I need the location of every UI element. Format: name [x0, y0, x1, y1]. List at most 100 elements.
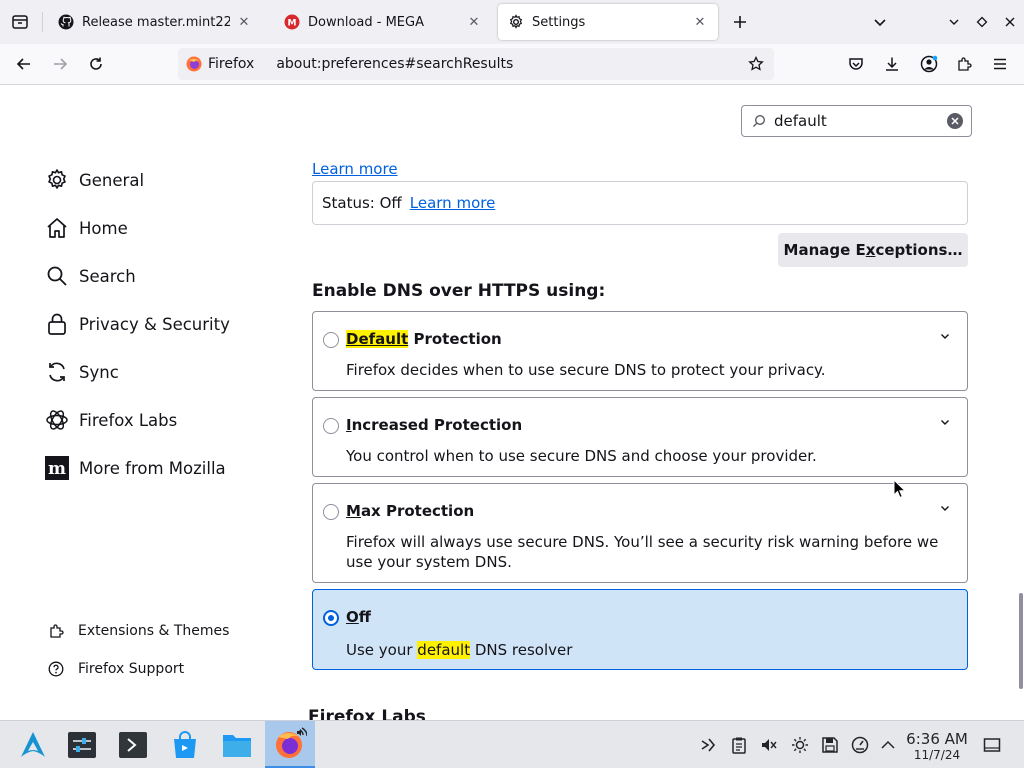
- identity-box[interactable]: Firefox: [178, 52, 262, 76]
- app-launcher-button[interactable]: [8, 721, 58, 768]
- account-button[interactable]: [915, 50, 943, 78]
- window-close-button[interactable]: [996, 8, 1024, 36]
- speedometer-icon[interactable]: [850, 735, 870, 755]
- reload-button[interactable]: [82, 50, 110, 78]
- radio-button-selected[interactable]: [323, 610, 339, 626]
- app-menu-button[interactable]: [986, 50, 1014, 78]
- terminal-icon: [119, 732, 147, 758]
- url-text[interactable]: about:preferences#searchResults: [276, 56, 513, 72]
- option-title: Default Protection: [346, 330, 502, 348]
- taskbar-firefox[interactable]: [265, 721, 315, 768]
- system-clock[interactable]: 6:36 AM 11/7/24: [900, 731, 974, 763]
- sidebar-item-home[interactable]: Home: [44, 211, 128, 245]
- close-icon[interactable]: ✕: [692, 14, 708, 30]
- search-highlight: Default: [346, 330, 409, 348]
- minimize-button[interactable]: [940, 8, 968, 36]
- back-button[interactable]: [10, 50, 38, 78]
- github-icon: [58, 14, 74, 30]
- close-icon[interactable]: ✕: [236, 14, 252, 30]
- clipboard-icon[interactable]: [729, 735, 749, 755]
- chevron-down-icon[interactable]: [937, 328, 953, 344]
- learn-more-link[interactable]: Learn more: [312, 159, 398, 176]
- sidebar-item-more-from-mozilla[interactable]: m More from Mozilla: [44, 451, 226, 485]
- status-learn-more-link[interactable]: Learn more: [410, 194, 496, 212]
- option-title-mnemonic: O: [346, 608, 359, 626]
- sidebar-item-general[interactable]: General: [44, 163, 144, 197]
- arch-logo-icon: [21, 732, 45, 757]
- option-title-rest: ff: [358, 608, 371, 626]
- sidebar-item-label: Search: [79, 266, 136, 286]
- option-title: Max Protection: [346, 502, 474, 520]
- button-label-part: Manage E: [783, 241, 866, 259]
- firefox-view-button[interactable]: [6, 8, 34, 36]
- preferences-page: default General Home Search Privacy & Se…: [0, 85, 1024, 720]
- chevron-down-icon[interactable]: [937, 414, 953, 430]
- puzzle-icon: [46, 621, 66, 641]
- extensions-button[interactable]: [950, 50, 978, 78]
- option-title-mnemonic: M: [346, 502, 361, 520]
- manage-exceptions-button[interactable]: Manage Ex ceptions…: [778, 233, 968, 267]
- sidebar-link-support[interactable]: Firefox Support: [46, 657, 184, 681]
- tab-label: Download - MEGA: [308, 14, 424, 30]
- firefox-icon: [186, 56, 202, 72]
- svg-text:M: M: [288, 19, 297, 29]
- url-bar[interactable]: Firefox about:preferences#searchResults: [178, 48, 774, 80]
- account-icon: [920, 55, 938, 73]
- show-desktop-icon[interactable]: [982, 735, 1002, 755]
- list-all-tabs-button[interactable]: [866, 8, 894, 36]
- sidebar-item-privacy[interactable]: Privacy & Security: [44, 307, 230, 341]
- sidebar-item-search[interactable]: Search: [44, 259, 136, 293]
- labs-icon: [44, 407, 70, 433]
- status-box: Status: Off Learn more: [312, 181, 968, 225]
- option-title-rest: Protection: [408, 330, 502, 348]
- taskbar-software-store[interactable]: [160, 721, 210, 768]
- chevron-down-icon[interactable]: [937, 500, 953, 516]
- firefox-labs-heading: Firefox Labs: [308, 707, 426, 720]
- tab-release[interactable]: Release master.mint22 · lin ✕: [48, 4, 262, 40]
- doh-option-max[interactable]: Max Protection Firefox will always use s…: [312, 483, 968, 583]
- tab-strip: Release master.mint22 · lin ✕ M Download…: [0, 0, 1024, 44]
- option-title-rest: ncreased Protection: [351, 416, 523, 434]
- minimize-icon: [949, 19, 959, 25]
- settings-app-icon: [68, 732, 96, 758]
- doh-option-default[interactable]: Default Protection Firefox decides when …: [312, 311, 968, 391]
- pocket-button[interactable]: [842, 50, 870, 78]
- sidebar-item-firefox-labs[interactable]: Firefox Labs: [44, 403, 177, 437]
- kde-connect-icon[interactable]: [698, 735, 718, 755]
- taskbar-file-manager[interactable]: [212, 721, 262, 768]
- maximize-button[interactable]: [968, 8, 996, 36]
- brightness-icon[interactable]: [790, 735, 810, 755]
- radio-button[interactable]: [323, 418, 339, 434]
- downloads-button[interactable]: [878, 50, 906, 78]
- doh-option-off[interactable]: Off Use your default DNS resolver: [312, 589, 968, 670]
- maximize-icon: [976, 16, 988, 28]
- tab-mega[interactable]: M Download - MEGA ✕: [274, 4, 492, 40]
- taskbar-system-settings[interactable]: [57, 721, 107, 768]
- radio-button[interactable]: [323, 504, 339, 520]
- volume-muted-icon[interactable]: [759, 735, 779, 755]
- save-disk-icon[interactable]: [820, 735, 840, 755]
- bookmark-star-icon[interactable]: [744, 52, 768, 76]
- chevron-up-icon[interactable]: [878, 735, 898, 755]
- taskbar: 6:36 AM 11/7/24: [0, 720, 1024, 768]
- search-value[interactable]: default: [774, 112, 947, 130]
- taskbar-terminal[interactable]: [108, 721, 158, 768]
- clear-search-icon[interactable]: [947, 113, 963, 129]
- navigation-toolbar: Firefox about:preferences#searchResults: [0, 44, 1024, 85]
- new-tab-button[interactable]: [726, 8, 754, 36]
- doh-option-increased[interactable]: Increased Protection You control when to…: [312, 397, 968, 477]
- scrollbar-thumb[interactable]: [1019, 593, 1023, 689]
- close-icon[interactable]: ✕: [466, 14, 482, 30]
- gear-icon: [508, 14, 524, 30]
- arrow-left-icon: [16, 58, 30, 70]
- sidebar-link-extensions[interactable]: Extensions & Themes: [46, 619, 229, 643]
- arrow-right-icon: [54, 58, 68, 70]
- radio-button[interactable]: [323, 332, 339, 348]
- sidebar-item-label: Sync: [79, 362, 119, 382]
- settings-search-input[interactable]: default: [741, 105, 972, 137]
- sidebar-link-label: Extensions & Themes: [78, 623, 230, 639]
- tab-settings[interactable]: Settings ✕: [498, 4, 718, 40]
- forward-button[interactable]: [46, 50, 74, 78]
- sidebar-item-label: General: [79, 170, 145, 190]
- sidebar-item-sync[interactable]: Sync: [44, 355, 119, 389]
